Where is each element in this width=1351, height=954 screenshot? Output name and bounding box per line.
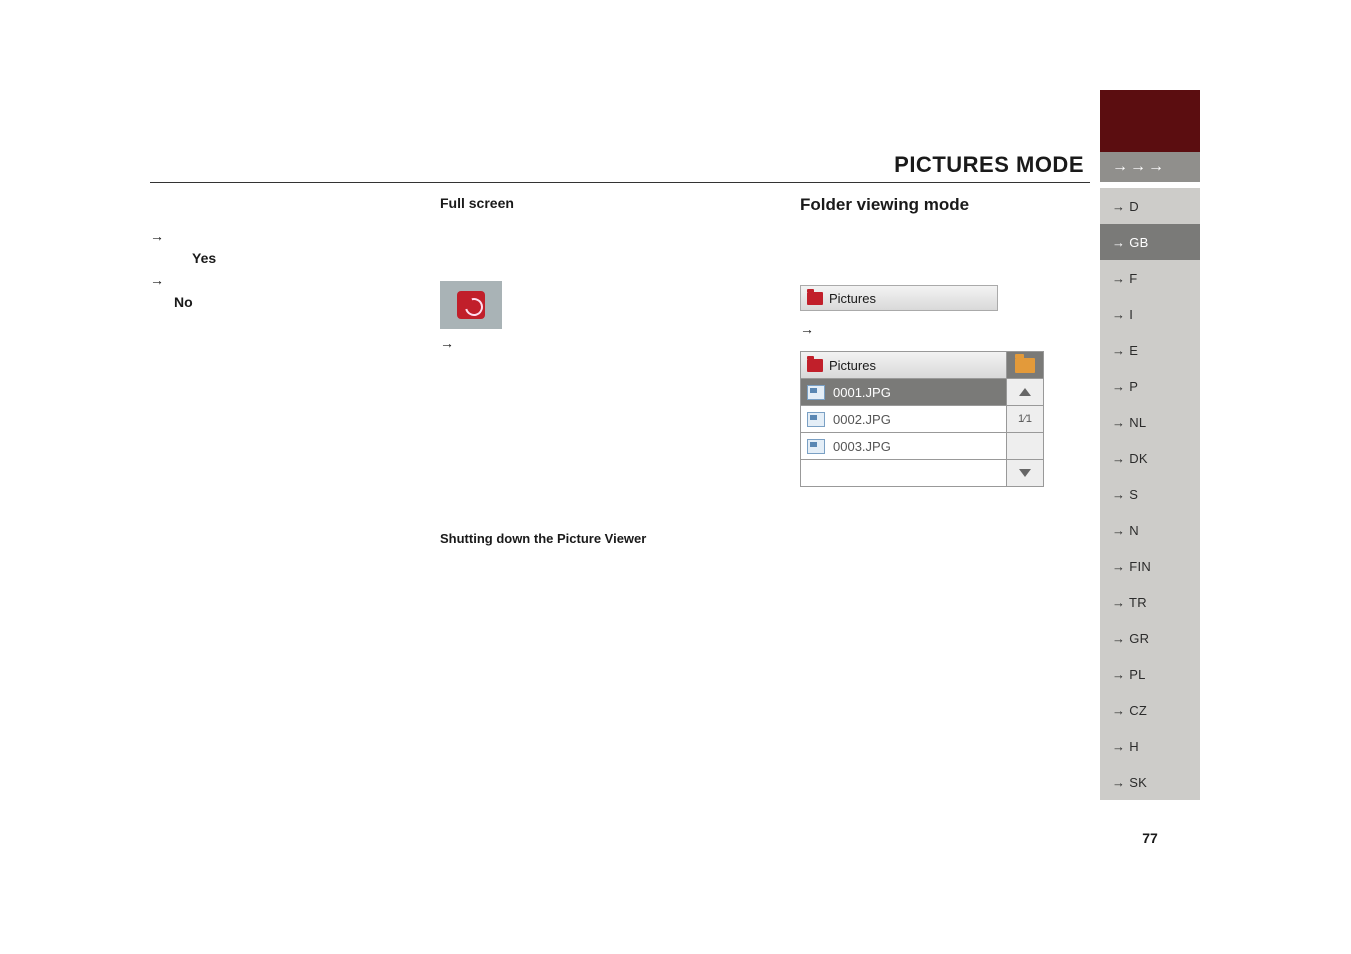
lang-label: → GR <box>1112 631 1149 646</box>
lang-s[interactable]: → S <box>1100 476 1200 512</box>
lang-tr[interactable]: → TR <box>1100 584 1200 620</box>
lang-gb[interactable]: → GB <box>1100 224 1200 260</box>
arrow-bullet: → <box>150 225 440 247</box>
lang-f[interactable]: → F <box>1100 260 1200 296</box>
chevron-up-icon <box>1019 388 1031 396</box>
lang-label: → E <box>1112 343 1138 358</box>
header-arrows-box: →→→ <box>1100 152 1200 182</box>
page-indicator: 1⁄1 <box>1007 406 1043 432</box>
file-row: 0002.JPG 1⁄1 <box>801 405 1043 432</box>
file-browser-header: Pictures <box>801 352 1043 378</box>
file-browser-panel: Pictures 0001.JPG <box>800 351 1044 487</box>
lang-e[interactable]: → E <box>1100 332 1200 368</box>
file-row: 0001.JPG <box>801 378 1043 405</box>
lang-n[interactable]: → N <box>1100 512 1200 548</box>
file-name: 0002.JPG <box>833 412 891 427</box>
file-browser-title-text: Pictures <box>829 358 876 373</box>
arrow-bullet: → <box>800 321 1090 337</box>
pager-spacer <box>1007 433 1043 459</box>
image-file-icon <box>807 385 825 400</box>
lang-label: → I <box>1112 307 1133 322</box>
lang-label: → CZ <box>1112 703 1147 718</box>
rotate-icon <box>457 291 485 319</box>
lang-d[interactable]: → D <box>1100 188 1200 224</box>
heading-folder-viewing: Folder viewing mode <box>800 195 1090 215</box>
column-left: → Yes → No <box>150 195 440 546</box>
lang-label: → PL <box>1112 667 1146 682</box>
chapter-color-bar <box>1100 90 1200 152</box>
file-name: 0003.JPG <box>833 439 891 454</box>
column-middle: Full screen → Shutting down the Picture … <box>440 195 800 546</box>
lang-nl[interactable]: → NL <box>1100 404 1200 440</box>
lang-label: → FIN <box>1112 559 1151 574</box>
arrow-bullet: → <box>150 269 440 291</box>
content-columns: → Yes → No Full screen → Shutting down t… <box>150 195 1200 546</box>
arrow-bullet: → <box>440 335 800 351</box>
file-browser-title: Pictures <box>801 352 1007 378</box>
option-no: No <box>150 291 440 313</box>
document-page: →→→ PICTURES MODE → Yes → No Full screen… <box>150 90 1200 546</box>
lang-p[interactable]: → P <box>1100 368 1200 404</box>
option-yes: Yes <box>150 247 440 269</box>
lang-label: → SK <box>1112 775 1147 790</box>
file-footer-spacer <box>801 460 1007 486</box>
folder-icon <box>807 292 823 305</box>
lang-fin[interactable]: → FIN <box>1100 548 1200 584</box>
lang-label: → NL <box>1112 415 1146 430</box>
lang-label: → F <box>1112 271 1137 286</box>
scroll-up-button[interactable] <box>1007 379 1043 405</box>
page-indicator-text: 1⁄1 <box>1018 413 1032 425</box>
column-right: Folder viewing mode Pictures → Pictures <box>800 195 1090 546</box>
folder-icon <box>807 359 823 372</box>
lang-label: → P <box>1112 379 1138 394</box>
open-folder-button[interactable] <box>1007 352 1043 378</box>
folder-open-icon <box>1015 358 1035 373</box>
lang-label: → DK <box>1112 451 1148 466</box>
page-number: 77 <box>1100 830 1200 846</box>
header-arrows: →→→ <box>1112 158 1166 176</box>
fullscreen-thumbnail <box>440 281 502 329</box>
heading-full-screen: Full screen <box>440 195 800 211</box>
file-browser-footer <box>801 459 1043 486</box>
lang-label: → S <box>1112 487 1138 502</box>
lang-cz[interactable]: → CZ <box>1100 692 1200 728</box>
lang-label: → H <box>1112 739 1139 754</box>
lang-label: → D <box>1112 199 1139 214</box>
lang-label: → GB <box>1112 235 1149 250</box>
lang-h[interactable]: → H <box>1100 728 1200 764</box>
lang-label: → TR <box>1112 595 1147 610</box>
lang-dk[interactable]: → DK <box>1100 440 1200 476</box>
file-item[interactable]: 0002.JPG <box>801 406 1007 432</box>
pictures-button-label: Pictures <box>829 291 876 306</box>
image-file-icon <box>807 412 825 427</box>
image-file-icon <box>807 439 825 454</box>
file-row: 0003.JPG <box>801 432 1043 459</box>
file-item[interactable]: 0003.JPG <box>801 433 1007 459</box>
lang-label: → N <box>1112 523 1139 538</box>
scroll-down-button[interactable] <box>1007 460 1043 486</box>
chevron-down-icon <box>1019 469 1031 477</box>
file-name: 0001.JPG <box>833 385 891 400</box>
lang-gr[interactable]: → GR <box>1100 620 1200 656</box>
lang-sk[interactable]: → SK <box>1100 764 1200 800</box>
page-title: PICTURES MODE <box>894 152 1090 178</box>
lang-i[interactable]: → I <box>1100 296 1200 332</box>
file-item-selected[interactable]: 0001.JPG <box>801 379 1007 405</box>
pictures-button-panel[interactable]: Pictures <box>800 285 998 311</box>
heading-shutting-down: Shutting down the Picture Viewer <box>440 531 800 546</box>
lang-pl[interactable]: → PL <box>1100 656 1200 692</box>
language-sidebar: → D → GB → F → I → E → P → NL → DK → S →… <box>1100 188 1200 800</box>
